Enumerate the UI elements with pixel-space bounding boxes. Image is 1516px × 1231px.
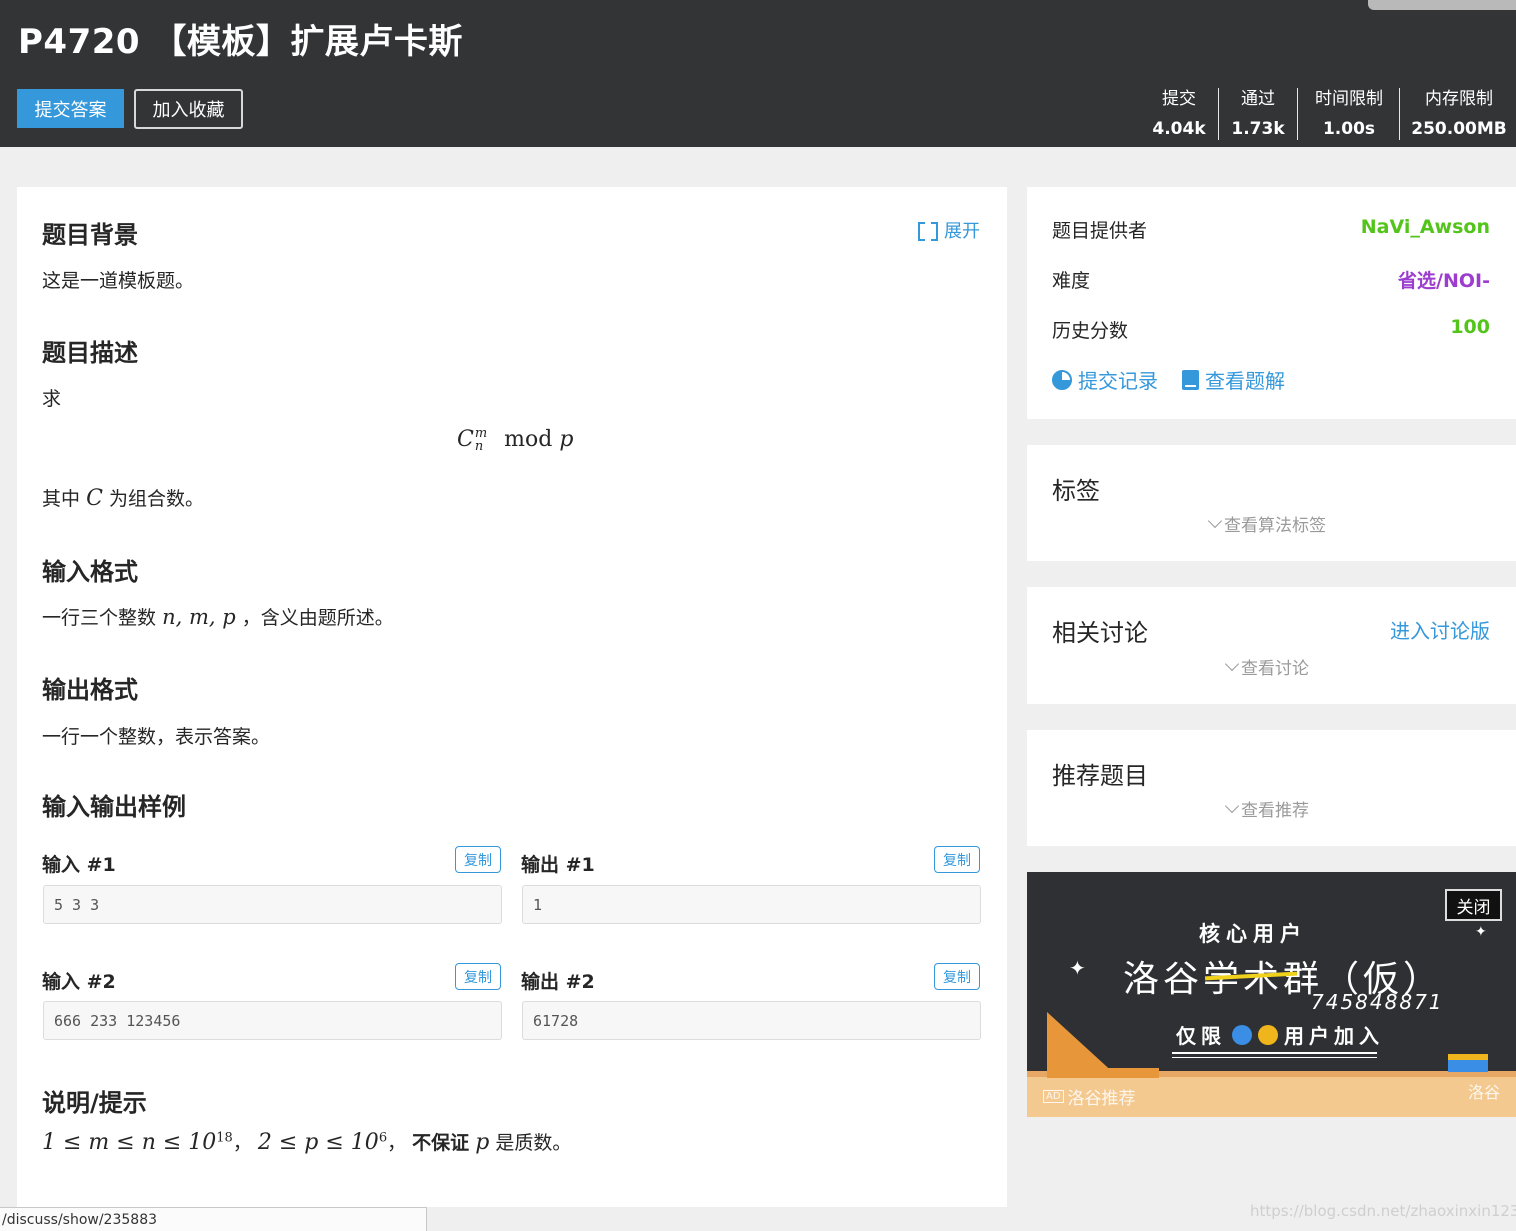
output-format-heading: 输出格式 [42,676,138,704]
show-recommend-toggle[interactable]: 查看推荐 [1224,796,1309,821]
problem-header: P4720 【模板】扩展卢卡斯 提交答案 加入收藏 提交 4.04k 通过 1.… [0,0,1516,147]
sample-input-label: 输入 #1 [42,854,116,876]
chevron-down-icon [1224,656,1240,671]
expand-icon [918,221,938,241]
copy-input-2-button[interactable]: 复制 [455,963,501,990]
discussion-card: 相关讨论 进入讨论版 查看讨论 [1027,587,1516,704]
input-format-heading: 输入格式 [42,558,138,586]
stat-divider [1297,88,1298,140]
score-value: 100 [1450,316,1490,338]
ad-underline [1172,1057,1377,1058]
copy-output-1-button[interactable]: 复制 [934,846,980,873]
blue-badge-icon [1232,1024,1252,1045]
background-heading: 题目背景 [42,221,138,249]
enter-discussion-link[interactable]: 进入讨论版 [1390,615,1490,644]
chevron-down-icon [1224,798,1240,813]
sample-output-label: 输出 #1 [521,854,595,876]
problem-info-card: 题目提供者 NaVi_Awson 难度 省选/NOI- 历史分数 100 提交记… [1027,187,1516,419]
recommend-heading: 推荐题目 [1052,762,1148,790]
submission-records-link[interactable]: 提交记录 [1052,365,1158,394]
scroll-hint [1368,0,1516,10]
ad-banner[interactable]: ✦ ✦ 核心用户 洛谷学术群（仮） 745848871 仅限 用户加入 关闭 A… [1027,872,1516,1117]
sample-input-box[interactable]: 666 233 123456 [43,1001,502,1040]
submit-answer-button[interactable]: 提交答案 [17,89,124,128]
ad-icon: AD [1043,1090,1064,1103]
description-heading: 题目描述 [42,339,138,367]
hint-text: 1 ≤ m ≤ n ≤ 1018， 2 ≤ p ≤ 106， 不保证 p 是质数… [42,1130,572,1155]
copy-output-2-button[interactable]: 复制 [934,963,980,990]
sample-output-box[interactable]: 61728 [522,1001,981,1040]
sample-input-label: 输入 #2 [42,971,116,993]
binomial-formula: Cmn mod p [457,426,574,454]
ad-group-number: 745848871 [1311,990,1444,1014]
ruler-icon [1047,1068,1159,1078]
difficulty-row: 难度 省选/NOI- [1052,266,1490,293]
samples-heading: 输入输出样例 [42,793,186,821]
stat-submissions: 提交 4.04k [1152,89,1206,139]
stat-divider [1218,88,1219,140]
problem-statement-card: 展开 题目背景 这是一道模板题。 题目描述 求 Cmn mod p 其中 C 为… [17,187,1007,1207]
add-favorite-button[interactable]: 加入收藏 [134,89,243,129]
tags-heading: 标签 [1052,477,1100,505]
close-ad-button[interactable]: 关闭 [1445,889,1502,921]
sample-input-box[interactable]: 5 3 3 [43,885,502,924]
problem-links: 提交记录 查看题解 [1052,365,1285,394]
stat-accepted: 通过 1.73k [1231,89,1285,139]
hint-heading: 说明/提示 [42,1089,147,1117]
gold-badge-icon [1258,1024,1278,1045]
expand-button[interactable]: 展开 [918,217,980,243]
stat-divider [1399,88,1400,140]
problem-title: P4720 【模板】扩展卢卡斯 [18,22,463,62]
ad-brand: 洛谷 [1467,1083,1500,1102]
stat-time-limit: 时间限制 1.00s [1315,89,1383,139]
description-prefix: 求 [42,388,62,410]
recommend-card: 推荐题目 查看推荐 [1027,730,1516,846]
tags-card: 标签 查看算法标签 [1027,445,1516,561]
score-row: 历史分数 100 [1052,316,1490,342]
ad-line-1: 核心用户 [1199,922,1307,946]
book-icon [1182,369,1199,390]
sparkle-icon: ✦ [1475,924,1487,940]
output-format-text: 一行一个整数，表示答案。 [42,726,271,748]
sample-output-box[interactable]: 1 [522,885,981,924]
pie-chart-icon [1052,369,1072,390]
sparkle-icon: ✦ [1069,956,1086,980]
show-discussion-toggle[interactable]: 查看讨论 [1224,654,1309,679]
show-tags-toggle[interactable]: 查看算法标签 [1207,511,1326,536]
ad-underline [1172,1052,1377,1054]
provider-row: 题目提供者 NaVi_Awson [1052,216,1490,243]
stat-memory-limit: 内存限制 250.00MB [1411,89,1507,139]
watermark: https://blog.csdn.net/zhaoxinxin1234 [1250,1202,1516,1220]
description-note: 其中 C 为组合数。 [42,486,204,511]
discussion-heading: 相关讨论 [1052,619,1148,647]
sample-output-label: 输出 #2 [521,971,595,993]
books-icon [1448,1054,1488,1072]
provider-link[interactable]: NaVi_Awson [1361,216,1490,243]
background-text: 这是一道模板题。 [42,270,195,292]
status-bar-url: /discuss/show/235883 [0,1207,427,1231]
triangle-ruler-icon [1047,1012,1117,1076]
input-format-text: 一行三个整数 n, m, p ，含义由题所述。 [42,605,394,629]
ad-label: AD 洛谷推荐 [1043,1084,1136,1109]
ad-line-4: 仅限 用户加入 [1176,1024,1384,1048]
view-solutions-link[interactable]: 查看题解 [1182,365,1285,394]
chevron-down-icon [1207,513,1223,528]
difficulty-value: 省选/NOI- [1398,270,1490,292]
copy-input-1-button[interactable]: 复制 [455,846,501,873]
